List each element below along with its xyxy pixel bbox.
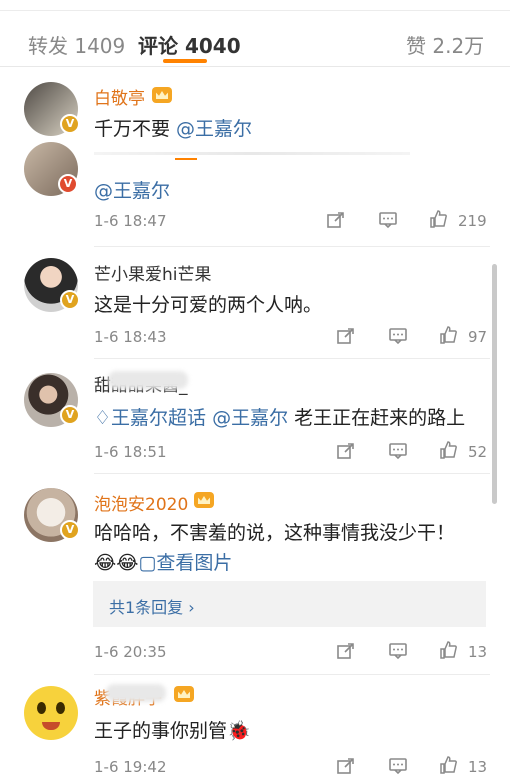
like-icon[interactable] (428, 209, 448, 229)
comment-icon[interactable] (388, 326, 408, 346)
like-count: 13 (468, 758, 488, 776)
comment-icon[interactable] (378, 210, 398, 230)
comment-item: V @王嘉尔 1-6 18:47 219 (0, 142, 510, 254)
share-icon[interactable] (336, 326, 356, 346)
comment-time: 1-6 18:51 (94, 443, 167, 461)
loading-shimmer (94, 152, 410, 155)
tab-repost[interactable]: 转发 1409 (28, 30, 125, 59)
blurred-name-overlay (106, 684, 166, 702)
like-count: 219 (458, 212, 487, 230)
comment-item: V 芒小果爱hi芒果 这是十分可爱的两个人呐。 1-6 18:43 97 (0, 248, 510, 363)
vip-crown-icon (174, 686, 194, 702)
like-icon[interactable] (438, 640, 458, 660)
like-icon[interactable] (438, 440, 458, 460)
verified-badge-icon: V (58, 174, 78, 194)
comment-text: 千万不要 @王嘉尔 (94, 114, 252, 141)
comment-item: V 泡泡安2020 哈哈哈，不害羞的说，这种事情我没少干！ 😂😂▢查看图片 共1… (0, 478, 510, 678)
tab-like[interactable]: 赞 2.2万 (406, 30, 484, 59)
super-topic-diamond-icon: ♢ (94, 407, 112, 429)
reply-summary-box[interactable]: 共1条回复 › (93, 581, 486, 627)
username[interactable]: 芒小果爱hi芒果 (94, 260, 212, 285)
comment-item: V 甜甜甜果酱_ ♢王嘉尔超话 @王嘉尔 老王正在赶来的路上 1-6 18:51… (0, 363, 510, 478)
blurred-name-overlay (108, 371, 188, 389)
share-icon[interactable] (336, 756, 356, 776)
share-icon[interactable] (336, 641, 356, 661)
comment-extras: 😂😂▢查看图片 (94, 548, 232, 575)
comment-item: 紫霞胖子 王子的事你别管🐞 1-6 19:42 13 (0, 678, 510, 776)
verified-badge-icon: V (60, 405, 80, 425)
mention-link[interactable]: @王嘉尔 (94, 176, 170, 203)
comment-icon[interactable] (388, 441, 408, 461)
comment-text: ♢王嘉尔超话 @王嘉尔 老王正在赶来的路上 (94, 403, 465, 430)
verified-badge-icon: V (60, 114, 80, 134)
laugh-emoji: 😂😂 (94, 552, 139, 574)
image-icon: ▢ (138, 552, 157, 574)
comment-time: 1-6 19:42 (94, 758, 167, 776)
comment-text: 王子的事你别管🐞 (94, 720, 251, 742)
comment-time: 1-6 20:35 (94, 643, 167, 661)
like-count: 97 (468, 328, 488, 346)
top-divider (0, 10, 510, 11)
username[interactable]: 白敬亭 (94, 84, 145, 109)
avatar[interactable] (24, 686, 78, 740)
divider (94, 674, 490, 675)
username[interactable]: 泡泡安2020 (94, 490, 188, 515)
pinned-comment[interactable]: V 白敬亭 千万不要 @王嘉尔 (0, 66, 510, 164)
like-icon[interactable] (438, 755, 458, 775)
share-icon[interactable] (336, 441, 356, 461)
reply-count-link[interactable]: 共1条回复 › (109, 594, 195, 618)
progress-indicator (175, 158, 197, 160)
like-count: 13 (468, 643, 488, 661)
verified-badge-icon: V (60, 520, 80, 540)
comment-time: 1-6 18:43 (94, 328, 167, 346)
scrollbar[interactable] (492, 264, 497, 504)
comment-time: 1-6 18:47 (94, 212, 167, 230)
divider (94, 473, 490, 474)
verified-badge-icon: V (60, 290, 80, 310)
comment-text: 哈哈哈，不害羞的说，这种事情我没少干！ (94, 522, 456, 544)
vip-crown-icon (194, 492, 214, 508)
comment-text-body: 千万不要 (94, 118, 177, 140)
comment-icon[interactable] (388, 641, 408, 661)
like-icon[interactable] (438, 325, 458, 345)
tab-comment[interactable]: 评论 4040 (138, 30, 241, 59)
active-tab-indicator (163, 59, 207, 63)
comment-icon[interactable] (388, 756, 408, 776)
mention-link[interactable]: 王嘉尔超话 @王嘉尔 (111, 407, 288, 429)
comment-tabs-bar: 转发 1409 评论 4040 赞 2.2万 (0, 0, 510, 67)
divider (94, 358, 490, 359)
mention-link[interactable]: @王嘉尔 (176, 118, 252, 140)
comment-text-body: 老王正在赶来的路上 (288, 407, 466, 429)
divider (94, 246, 490, 247)
comment-text: 这是十分可爱的两个人呐。 (94, 294, 323, 316)
share-icon[interactable] (326, 210, 346, 230)
vip-crown-icon (152, 87, 172, 103)
view-image-link[interactable]: 查看图片 (156, 552, 232, 574)
like-count: 52 (468, 443, 488, 461)
